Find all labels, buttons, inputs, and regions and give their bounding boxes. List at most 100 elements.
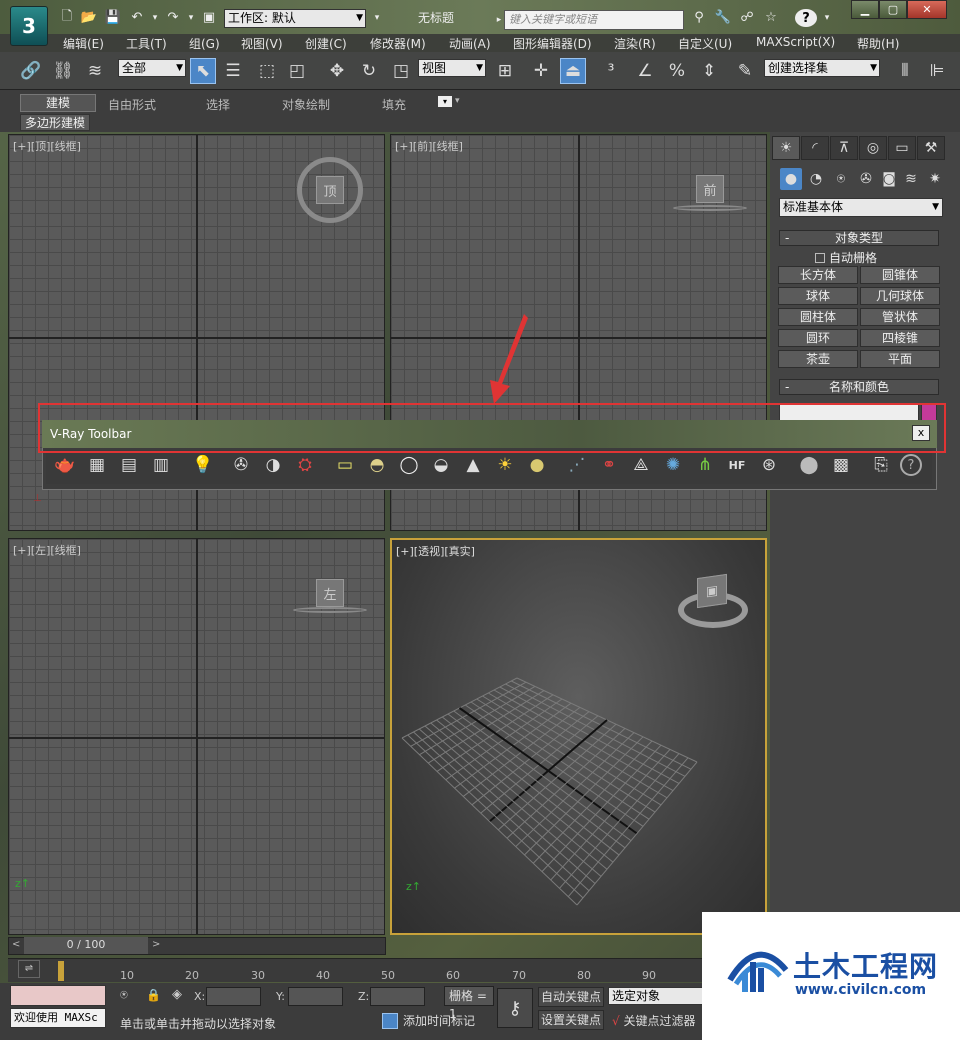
sphere-button[interactable]: 球体	[778, 287, 858, 305]
vray-mesh-light-icon[interactable]: ▲	[460, 452, 486, 478]
auto-key-button[interactable]: 自动关键点	[538, 987, 604, 1007]
track-bar[interactable]	[8, 958, 708, 982]
angle-snap-icon[interactable]: ∠	[632, 58, 658, 84]
systems-icon[interactable]: ✷	[924, 168, 946, 190]
box-button[interactable]: 长方体	[778, 266, 858, 284]
hierarchy-tab-icon[interactable]: ⊼	[830, 136, 858, 160]
search-input[interactable]: 键入关键字或短语	[504, 10, 684, 30]
maximize-button[interactable]: ▢	[879, 0, 907, 19]
vray-displacement-icon[interactable]: ⊛	[756, 452, 782, 478]
menu-maxscript[interactable]: MAXScript(X)	[756, 35, 835, 49]
isolate-bulb-icon[interactable]: ⍟	[120, 988, 128, 1003]
vray-frame-buffer-icon[interactable]: ▦	[84, 452, 110, 478]
menu-views[interactable]: 视图(V)	[241, 35, 283, 52]
vray-render-elements-icon[interactable]: ▥	[148, 452, 174, 478]
vray-sun-icon[interactable]: ☀	[492, 452, 518, 478]
display-tab-icon[interactable]: ▭	[888, 136, 916, 160]
rectangular-selection-icon[interactable]: ⬚	[254, 58, 280, 84]
modify-tab-icon[interactable]: ◜	[801, 136, 829, 160]
menu-animation[interactable]: 动画(A)	[449, 35, 491, 52]
window-crossing-icon[interactable]: ◰	[284, 58, 310, 84]
communication-icon[interactable]: ☍	[738, 9, 756, 26]
menu-customize[interactable]: 自定义(U)	[678, 35, 732, 52]
geosphere-button[interactable]: 几何球体	[860, 287, 940, 305]
vray-plane-light-icon[interactable]: ▭	[332, 452, 358, 478]
select-by-name-icon[interactable]: ☰	[220, 58, 246, 84]
project-folder-icon[interactable]: ▣	[200, 9, 218, 26]
keyboard-shortcut-override-icon[interactable]: ⏏	[560, 58, 586, 84]
space-warps-icon[interactable]: ≋	[900, 168, 922, 190]
reference-coordinate-select[interactable]: 视图 ▼	[418, 59, 486, 77]
menu-create[interactable]: 创建(C)	[305, 35, 347, 52]
vray-dome-light-icon[interactable]: ◓	[364, 452, 390, 478]
create-tab-sun-icon[interactable]: ☀	[772, 136, 800, 160]
vray-ambient-light-icon[interactable]: ●	[524, 452, 550, 478]
cone-button[interactable]: 圆锥体	[860, 266, 940, 284]
menu-tools[interactable]: 工具(T)	[126, 35, 167, 52]
menu-group[interactable]: 组(G)	[189, 35, 220, 52]
vray-ies-light-icon[interactable]: ◒	[428, 452, 454, 478]
new-file-icon[interactable]: 🗋	[58, 9, 76, 26]
menu-edit[interactable]: 编辑(E)	[63, 35, 104, 52]
ribbon-tab-selection[interactable]: 选择	[206, 96, 230, 113]
curve-editor-icon[interactable]: ⇌	[18, 960, 40, 978]
snaps-toggle-icon[interactable]: ³	[598, 58, 624, 84]
vray-fur-icon[interactable]: ⋰	[564, 452, 590, 478]
teapot-button[interactable]: 茶壶	[778, 350, 858, 368]
add-time-tag-button[interactable]: 添加时间标记	[382, 1012, 486, 1032]
viewcube-left[interactable]: 左	[316, 579, 344, 607]
named-selection-select[interactable]: 创建选择集 ▼	[764, 59, 880, 77]
auto-grid-checkbox[interactable]: 自动栅格	[815, 249, 877, 266]
select-and-link-icon[interactable]: 🔗	[18, 58, 44, 84]
vray-physical-camera-icon[interactable]: ✇	[228, 452, 254, 478]
wrench-icon[interactable]: 🔧	[714, 9, 732, 26]
vray-toolbar-close-button[interactable]: x	[912, 425, 930, 441]
undo-dropdown-icon[interactable]: ▾	[146, 9, 164, 26]
favorites-star-icon[interactable]: ☆	[762, 9, 780, 26]
vray-light-lister-icon[interactable]: 💡	[190, 452, 216, 478]
select-object-icon[interactable]: ⬉	[190, 58, 216, 84]
vray-camera-icon[interactable]: ⛭	[292, 452, 318, 478]
motion-tab-icon[interactable]: ◎	[859, 136, 887, 160]
geometry-icon[interactable]: ●	[780, 168, 802, 190]
z-coordinate-input[interactable]	[370, 987, 425, 1006]
redo-icon[interactable]: ↷	[164, 9, 182, 26]
lock-icon[interactable]: 🔒	[146, 988, 161, 1002]
unlink-selection-icon[interactable]: ⛓	[50, 58, 76, 84]
ribbon-dropdown-icon[interactable]: ▾	[455, 96, 460, 106]
minimize-button[interactable]: ▁	[851, 0, 879, 19]
close-window-button[interactable]: ✕	[907, 0, 947, 19]
absolute-mode-icon[interactable]: ◈	[172, 987, 182, 1002]
vray-material-sphere-icon[interactable]: ⬤	[796, 452, 822, 478]
vray-scene-converter-icon[interactable]: ⎘	[868, 452, 894, 478]
name-and-color-rollout[interactable]: - 名称和颜色	[779, 379, 939, 395]
app-logo-icon[interactable]: 3	[10, 6, 48, 46]
viewport-top-label[interactable]: [+][顶][线框]	[13, 138, 81, 154]
vray-help-icon[interactable]: ?	[900, 454, 922, 476]
ribbon-tab-object-paint[interactable]: 对象绘制	[282, 96, 330, 113]
menu-graph-editors[interactable]: 图形编辑器(D)	[513, 35, 592, 52]
workspace-select[interactable]: 工作区: 默认 ▼	[224, 9, 366, 28]
menu-rendering[interactable]: 渲染(R)	[614, 35, 656, 52]
viewcube-perspective[interactable]: ▣	[697, 573, 727, 609]
spinner-snap-icon[interactable]: ⇕	[696, 58, 722, 84]
vray-material-teapot-icon[interactable]: 🫖	[52, 452, 78, 478]
menu-help[interactable]: 帮助(H)	[857, 35, 899, 52]
vray-sphere-light-icon[interactable]: ◯	[396, 452, 422, 478]
pivot-center-icon[interactable]: ⊞	[492, 58, 518, 84]
undo-icon[interactable]: ↶	[128, 9, 146, 26]
vray-sphere-object-icon[interactable]: ✺	[660, 452, 686, 478]
bind-to-space-warp-icon[interactable]: ≋	[82, 58, 108, 84]
vray-render-settings-icon[interactable]: ▤	[116, 452, 142, 478]
slider-prev-icon[interactable]: <	[12, 939, 20, 950]
frame-counter[interactable]: 0 / 100	[24, 937, 148, 954]
shapes-icon[interactable]: ◔	[805, 168, 827, 190]
time-marker[interactable]	[58, 961, 64, 981]
helpers-icon[interactable]: ◙	[878, 168, 900, 190]
set-key-button[interactable]: 设置关键点	[538, 1010, 604, 1030]
percent-snap-icon[interactable]: %	[664, 58, 690, 84]
vray-proxy-icon[interactable]: ⚭	[596, 452, 622, 478]
align-icon[interactable]: ⊫	[924, 58, 950, 84]
save-icon[interactable]: 💾	[104, 9, 122, 26]
mirror-icon[interactable]: ⫴	[892, 58, 918, 84]
